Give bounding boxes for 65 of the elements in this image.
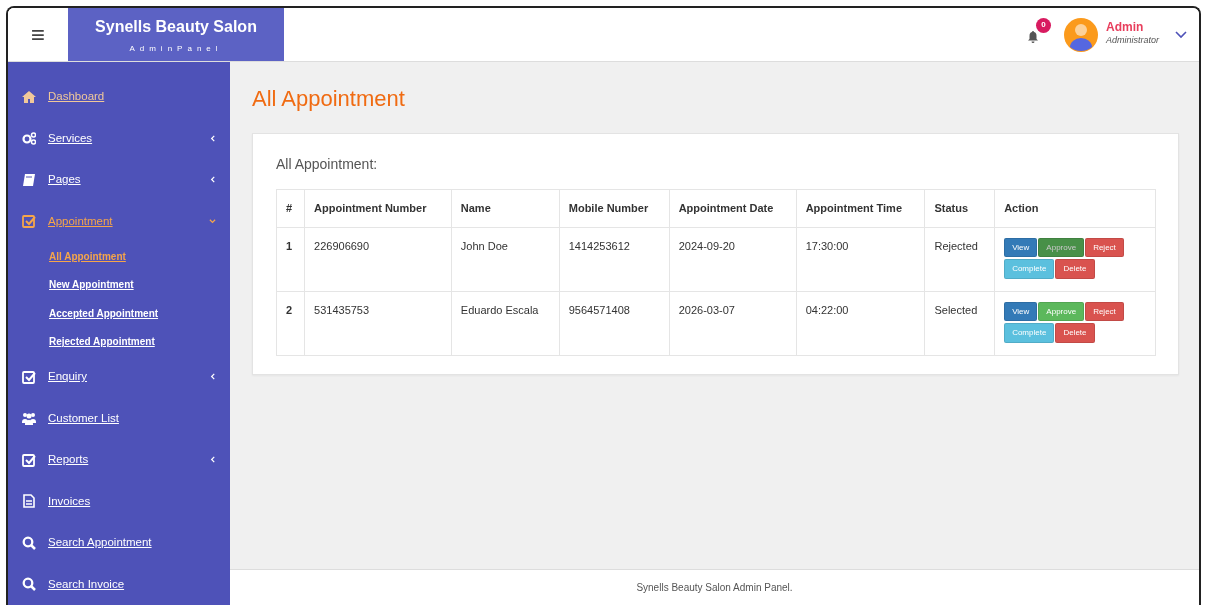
search-icon (22, 535, 36, 550)
column-header: Name (451, 189, 560, 227)
document-icon (22, 494, 36, 509)
action-button[interactable]: Reject (1085, 301, 1124, 322)
table-cell: Selected (924, 291, 995, 356)
table-cell: 2 (276, 291, 305, 356)
users-icon (22, 411, 36, 426)
action-button[interactable]: Approve (1038, 301, 1085, 322)
table-cell: 1 (276, 227, 305, 292)
submenu-item[interactable]: New Appointment (8, 270, 230, 299)
checkbox-icon (22, 452, 36, 467)
user-name: Admin (1106, 21, 1145, 35)
table-cell: 17:30:00 (796, 227, 925, 292)
table-cell: 531435753 (304, 291, 452, 356)
panel-heading: All Appointment: (276, 155, 379, 174)
brand-subtitle: AdminPanel (129, 42, 223, 55)
column-header: Appointment Date (669, 189, 797, 227)
book-icon (22, 172, 36, 187)
gears-icon (22, 131, 36, 146)
column-header: Status (924, 189, 995, 227)
column-header: Action (994, 189, 1156, 227)
user-role: Administrator (1106, 34, 1159, 48)
table-cell: 2024-09-20 (669, 227, 797, 292)
page-title: All Appointment (252, 85, 406, 113)
footer-text: Synells Beauty Salon Admin Panel. (636, 581, 793, 595)
sidebar-item[interactable]: Search Invoice (8, 563, 230, 605)
action-button[interactable]: Reject (1085, 237, 1124, 258)
table-cell: 04:22:00 (796, 291, 925, 356)
submenu-item[interactable]: Rejected Appointment (8, 327, 230, 356)
brand-title: Synells Beauty Salon (95, 16, 257, 37)
sidebar-item[interactable]: Invoices (8, 480, 230, 522)
table-cell: 9564571408 (559, 291, 670, 356)
home-icon (22, 89, 36, 104)
table-cell: John Doe (451, 227, 560, 292)
table-cell: 226906690 (304, 227, 452, 292)
action-button[interactable]: View (1004, 301, 1038, 322)
column-header: Mobile Number (559, 189, 670, 227)
sidebar-item[interactable]: Reports (8, 439, 230, 481)
bell-icon[interactable] (1028, 30, 1038, 43)
table-cell: Eduardo Escala (451, 291, 560, 356)
sidebar-item[interactable]: Pages (8, 159, 230, 201)
sidebar-item[interactable]: Enquiry (8, 356, 230, 398)
table-cell: 1414253612 (559, 227, 670, 292)
checkbox-icon (22, 369, 36, 384)
chevron-down-icon[interactable] (1175, 30, 1187, 39)
action-button[interactable]: View (1004, 237, 1038, 258)
sidebar-item[interactable]: Appointment (8, 200, 230, 242)
table-cell: Rejected (924, 227, 995, 292)
table-cell: 2026-03-07 (669, 291, 797, 356)
sidebar-item[interactable]: Dashboard (8, 76, 230, 118)
submenu-item[interactable]: Accepted Appointment (8, 299, 230, 328)
column-header: Appointment Number (304, 189, 452, 227)
submenu-item[interactable]: All Appointment (8, 242, 230, 271)
column-header: # (276, 189, 305, 227)
sidebar-item[interactable]: Services (8, 117, 230, 159)
checkbox-icon (22, 214, 36, 229)
avatar-icon[interactable] (1064, 17, 1098, 52)
column-header: Appointment Time (796, 189, 925, 227)
search-icon (22, 577, 36, 592)
notification-badge: 0 (1036, 17, 1051, 33)
action-button[interactable]: Delete (1055, 323, 1095, 343)
sidebar-item[interactable]: Customer List (8, 397, 230, 439)
sidebar-item[interactable]: Search Appointment (8, 522, 230, 564)
action-button[interactable]: Delete (1055, 259, 1095, 279)
action-button[interactable]: Approve (1038, 237, 1085, 258)
